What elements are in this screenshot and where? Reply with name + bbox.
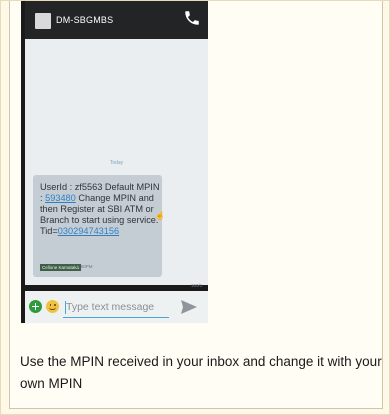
attach-plus-icon[interactable]: [29, 300, 42, 313]
content-panel: DM-SBGMBS Today UserId : zf5563 Default …: [9, 1, 383, 409]
date-separator: Today: [109, 160, 124, 166]
phone-icon[interactable]: [183, 9, 201, 27]
message-input-field[interactable]: [63, 296, 169, 318]
emoji-eye-right: [54, 303, 56, 306]
instruction-caption: Use the MPIN received in your inbox and …: [20, 354, 382, 391]
page-frame: DM-SBGMBS Today UserId : zf5563 Default …: [0, 0, 390, 415]
text-caret: [65, 301, 66, 314]
received-message-bubble[interactable]: UserId : zf5563 Default MPIN : 593480 Ch…: [33, 175, 162, 277]
message-input[interactable]: [63, 296, 169, 317]
sender-name: DM-SBGMBS: [56, 15, 114, 25]
emoji-eye-left: [49, 303, 52, 306]
message-list[interactable]: Today UserId : zf5563 Default MPIN : 593…: [25, 39, 208, 285]
emoji-mouth: [49, 307, 56, 310]
tid-link[interactable]: 030294743156: [58, 226, 119, 236]
contact-avatar[interactable]: [35, 13, 51, 29]
mpin-link[interactable]: 593480: [45, 193, 76, 203]
pointer-icon: ☝: [155, 211, 165, 220]
message-text: UserId : zf5563 Default MPIN : 593480 Ch…: [40, 182, 161, 237]
compose-bar: [25, 291, 208, 323]
send-icon[interactable]: [180, 299, 198, 315]
emoji-icon[interactable]: [46, 300, 59, 313]
message-timestamp: 2:50PM: [77, 264, 93, 269]
character-counter: 160/1: [191, 283, 203, 288]
phone-screenshot: DM-SBGMBS Today UserId : zf5563 Default …: [21, 1, 208, 323]
conversation-header: DM-SBGMBS: [25, 1, 208, 39]
carrier-badge: Cellone Karnataka: [40, 264, 82, 271]
